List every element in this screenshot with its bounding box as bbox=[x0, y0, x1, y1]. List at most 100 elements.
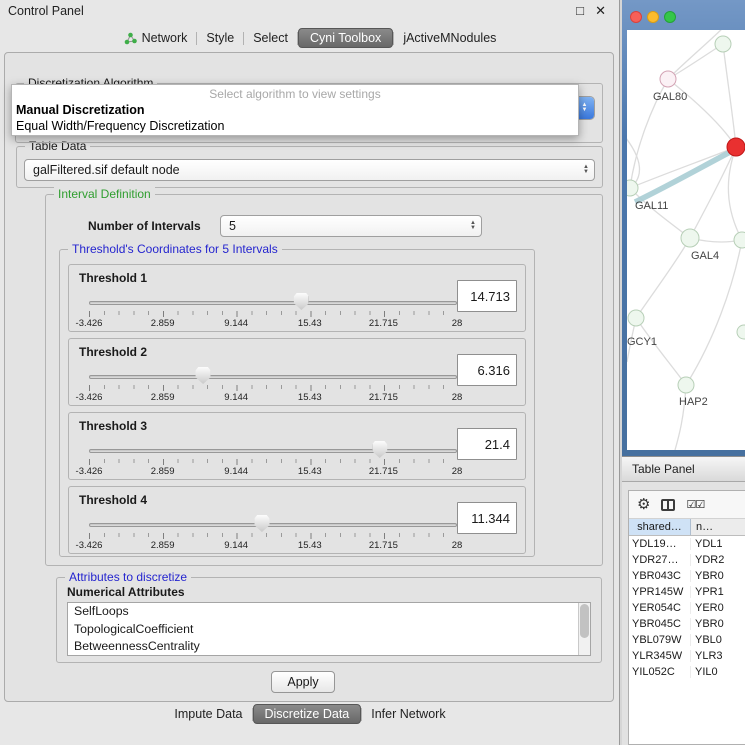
network-node-selected[interactable] bbox=[727, 138, 745, 156]
control-panel: Control Panel □ ✕ Network Style Select bbox=[0, 0, 620, 745]
scale-label: 2.859 bbox=[151, 466, 175, 477]
scrollbar[interactable] bbox=[578, 603, 590, 655]
network-node[interactable] bbox=[678, 377, 694, 393]
table-header-row: shared… n… bbox=[629, 519, 745, 536]
network-node[interactable] bbox=[660, 71, 676, 87]
table-cell: YBR0 bbox=[691, 618, 745, 630]
columns-icon[interactable] bbox=[661, 499, 675, 511]
node-label[interactable]: HAP2 bbox=[679, 396, 708, 408]
table-cell: YPR1 bbox=[691, 586, 745, 598]
slider-thumb[interactable] bbox=[196, 367, 211, 384]
table-cell: YLR3 bbox=[691, 650, 745, 662]
gear-icon[interactable]: ⚙ bbox=[637, 497, 650, 512]
tab-cyni-toolbox[interactable]: Cyni Toolbox bbox=[298, 28, 393, 48]
slider-scale: -3.4262.8599.14415.4321.71528 bbox=[89, 466, 457, 478]
apply-button[interactable]: Apply bbox=[271, 671, 335, 693]
table-row[interactable]: YDL19…YDL1 bbox=[629, 536, 745, 552]
scale-label: 9.144 bbox=[224, 540, 248, 551]
attribute-item[interactable]: TopologicalCoefficient bbox=[68, 621, 590, 639]
attribute-item[interactable]: SelfLoops bbox=[68, 603, 590, 621]
threshold-slider[interactable]: -3.4262.8599.14415.4321.71528 bbox=[89, 293, 457, 331]
threshold-value-field[interactable]: 14.713 bbox=[457, 280, 517, 312]
tab-label: Discretize Data bbox=[265, 707, 350, 721]
tab-discretize-data[interactable]: Discretize Data bbox=[253, 704, 362, 724]
slider-track[interactable] bbox=[89, 301, 457, 305]
table-panel-header: Table Panel bbox=[622, 456, 745, 482]
tab-infer-network[interactable]: Infer Network bbox=[362, 704, 454, 724]
tab-impute-data[interactable]: Impute Data bbox=[165, 704, 251, 724]
tab-select[interactable]: Select bbox=[244, 28, 297, 48]
table-row[interactable]: YIL052CYIL0 bbox=[629, 664, 745, 680]
slider-track[interactable] bbox=[89, 375, 457, 379]
table-row[interactable]: YBL079WYBL0 bbox=[629, 632, 745, 648]
node-label[interactable]: GCY1 bbox=[627, 336, 657, 348]
network-node[interactable] bbox=[628, 310, 644, 326]
column-header-shared-name[interactable]: shared… bbox=[629, 519, 691, 535]
scale-label: 21.715 bbox=[369, 466, 398, 477]
combo-stepper-icon[interactable]: ▲▼ bbox=[578, 160, 594, 180]
number-of-intervals-combobox[interactable]: 5 ▲▼ bbox=[220, 215, 482, 237]
threshold-slider[interactable]: -3.4262.8599.14415.4321.71528 bbox=[89, 441, 457, 479]
scale-label: 21.715 bbox=[369, 318, 398, 329]
threshold-slider[interactable]: -3.4262.8599.14415.4321.71528 bbox=[89, 367, 457, 405]
dropdown-option-equal-width[interactable]: Equal Width/Frequency Discretization bbox=[12, 118, 578, 134]
network-node[interactable] bbox=[715, 36, 731, 52]
tab-label: Cyni Toolbox bbox=[310, 31, 381, 45]
table-cell: YDL19… bbox=[629, 538, 691, 550]
table-row[interactable]: YLR345WYLR3 bbox=[629, 648, 745, 664]
table-row[interactable]: YBR043CYBR0 bbox=[629, 568, 745, 584]
dropdown-placeholder: Select algorithm to view settings bbox=[12, 85, 578, 102]
attributes-group: Attributes to discretize Numerical Attri… bbox=[56, 577, 602, 663]
slider-track[interactable] bbox=[89, 449, 457, 453]
slider-thumb[interactable] bbox=[372, 441, 387, 458]
table-row[interactable]: YPR145WYPR1 bbox=[629, 584, 745, 600]
minimize-traffic-light-icon[interactable] bbox=[647, 11, 659, 23]
threshold-value-field[interactable]: 11.344 bbox=[457, 502, 517, 534]
attribute-item[interactable]: BetweennessCentrality bbox=[68, 638, 590, 656]
table-cell: YDL1 bbox=[691, 538, 745, 550]
float-window-icon[interactable]: □ bbox=[576, 3, 584, 18]
slider-track[interactable] bbox=[89, 523, 457, 527]
threshold-value-field[interactable]: 6.316 bbox=[457, 354, 517, 386]
slider-thumb[interactable] bbox=[254, 515, 269, 532]
table-row[interactable]: YER054CYER0 bbox=[629, 600, 745, 616]
tab-style[interactable]: Style bbox=[197, 28, 243, 48]
select-columns-icon[interactable]: ☑☑ bbox=[686, 498, 704, 511]
scale-label: 9.144 bbox=[224, 392, 248, 403]
node-label[interactable]: GAL4 bbox=[691, 250, 719, 262]
network-node[interactable] bbox=[681, 229, 699, 247]
column-header-name[interactable]: n… bbox=[691, 519, 745, 535]
table-row[interactable]: YBR045CYBR0 bbox=[629, 616, 745, 632]
threshold-slider[interactable]: -3.4262.8599.14415.4321.71528 bbox=[89, 515, 457, 553]
numerical-attributes-list[interactable]: SelfLoopsTopologicalCoefficientBetweenne… bbox=[67, 602, 591, 656]
network-node[interactable] bbox=[737, 325, 745, 339]
threshold-value-field[interactable]: 21.4 bbox=[457, 428, 517, 460]
scale-label: 28 bbox=[452, 392, 463, 403]
slider-major-ticks bbox=[89, 311, 458, 317]
slider-thumb[interactable] bbox=[294, 293, 309, 310]
close-traffic-light-icon[interactable] bbox=[630, 11, 642, 23]
table-cell: YBR045C bbox=[629, 618, 691, 630]
dropdown-option-manual-discretization[interactable]: Manual Discretization bbox=[12, 102, 578, 118]
tab-network[interactable]: Network bbox=[115, 28, 197, 48]
network-node[interactable] bbox=[627, 180, 638, 196]
highlighted-edge[interactable] bbox=[635, 150, 734, 202]
table-cell: YBR0 bbox=[691, 570, 745, 582]
combo-stepper-icon[interactable]: ▲▼ bbox=[465, 216, 481, 236]
zoom-traffic-light-icon[interactable] bbox=[664, 11, 676, 23]
scale-label: -3.426 bbox=[76, 318, 103, 329]
close-icon[interactable]: ✕ bbox=[595, 3, 606, 19]
scale-label: 15.43 bbox=[298, 392, 322, 403]
threshold-label: Threshold 3 bbox=[79, 419, 147, 433]
table-data-combobox[interactable]: galFiltered.sif default node ▲▼ bbox=[24, 159, 595, 181]
group-title: Interval Definition bbox=[54, 187, 155, 201]
tab-jactivemodules[interactable]: jActiveMNodules bbox=[394, 28, 505, 48]
network-canvas[interactable]: GAL80 GAL11 GAL4 GCY1 HAP2 bbox=[627, 30, 745, 450]
network-node[interactable] bbox=[734, 232, 745, 248]
scrollbar-thumb[interactable] bbox=[580, 604, 589, 638]
scale-label: -3.426 bbox=[76, 540, 103, 551]
node-label[interactable]: GAL80 bbox=[653, 91, 687, 103]
node-label[interactable]: GAL11 bbox=[635, 200, 668, 212]
panel-title: Control Panel bbox=[8, 4, 84, 18]
table-row[interactable]: YDR27…YDR2 bbox=[629, 552, 745, 568]
